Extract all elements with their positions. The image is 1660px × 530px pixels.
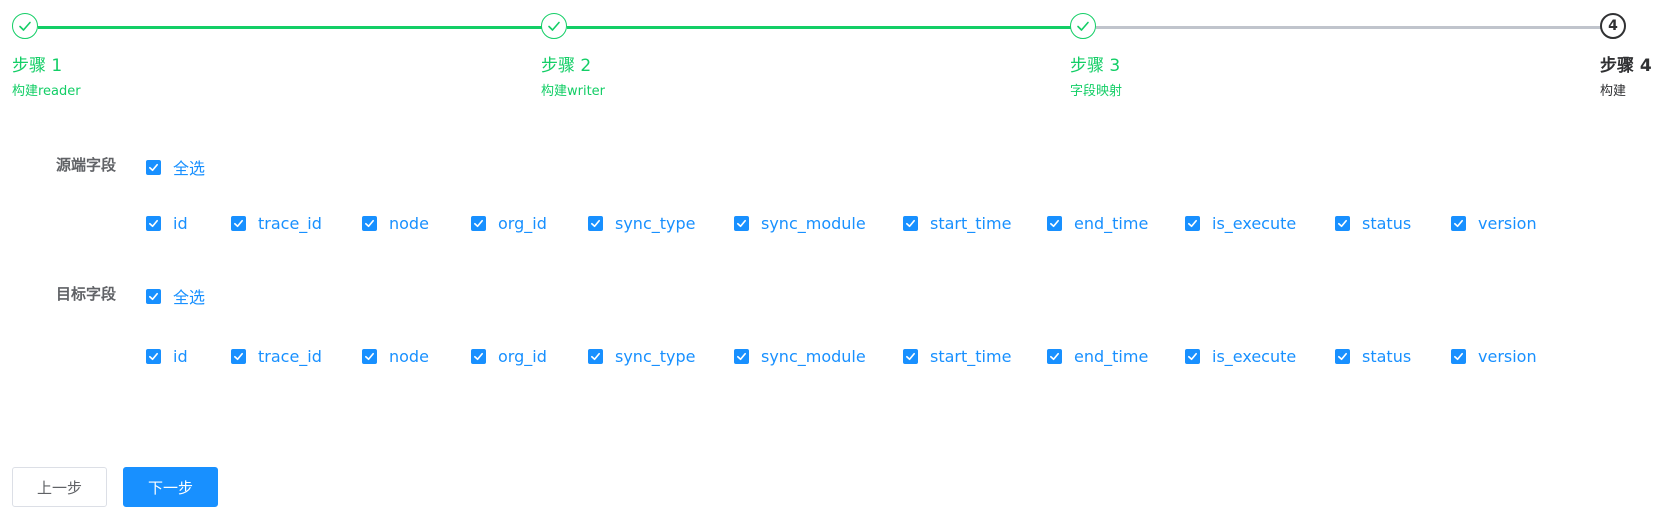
checkbox-checked-icon — [588, 349, 603, 364]
step-2-check-icon — [541, 13, 567, 39]
field-label: sync_type — [615, 347, 696, 366]
step-3-check-icon — [1070, 13, 1096, 39]
source-select-all-checkbox[interactable]: 全选 — [146, 155, 205, 179]
target-field-trace-id[interactable]: trace_id — [231, 347, 322, 366]
field-label: version — [1478, 347, 1537, 366]
checkbox-checked-icon — [231, 349, 246, 364]
checkbox-checked-icon — [1185, 216, 1200, 231]
step-connector-3 — [1096, 26, 1603, 29]
step-1-desc: 构建reader — [12, 84, 81, 99]
step-4-desc: 构建 — [1600, 84, 1627, 99]
field-label: trace_id — [258, 214, 322, 233]
field-label: is_execute — [1212, 214, 1297, 233]
source-field-sync-type[interactable]: sync_type — [588, 214, 695, 233]
checkbox-checked-icon — [734, 349, 749, 364]
target-field-is-execute[interactable]: is_execute — [1185, 347, 1296, 366]
target-field-id[interactable]: id — [146, 347, 188, 366]
step-1-check-icon — [12, 13, 38, 39]
step-1-title: 步骤 1 — [12, 56, 63, 76]
checkbox-checked-icon — [471, 216, 486, 231]
checkbox-checked-icon — [231, 216, 246, 231]
source-field-org-id[interactable]: org_id — [471, 214, 547, 233]
checkbox-checked-icon — [588, 216, 603, 231]
field-label: end_time — [1074, 214, 1149, 233]
checkbox-checked-icon — [903, 349, 918, 364]
source-field-version[interactable]: version — [1451, 214, 1537, 233]
checkbox-checked-icon — [362, 349, 377, 364]
checkbox-checked-icon — [362, 216, 377, 231]
checkbox-checked-icon — [1185, 349, 1200, 364]
checkbox-checked-icon — [1047, 216, 1062, 231]
field-label: sync_type — [615, 214, 696, 233]
checkbox-checked-icon — [903, 216, 918, 231]
checkbox-checked-icon — [146, 349, 161, 364]
step-4-number: 4 — [1608, 18, 1618, 34]
field-label: version — [1478, 214, 1537, 233]
source-field-trace-id[interactable]: trace_id — [231, 214, 322, 233]
next-step-button[interactable]: 下一步 — [123, 467, 218, 507]
target-field-node[interactable]: node — [362, 347, 429, 366]
step-2-desc: 构建writer — [541, 84, 606, 99]
step-4-number-circle: 4 — [1600, 13, 1626, 39]
checkbox-checked-icon — [146, 216, 161, 231]
field-label: start_time — [930, 214, 1012, 233]
field-label: sync_module — [761, 214, 866, 233]
target-field-end-time[interactable]: end_time — [1047, 347, 1148, 366]
checkbox-checked-icon — [1335, 216, 1350, 231]
field-label: node — [389, 347, 429, 366]
step-4-title: 步骤 4 — [1600, 56, 1652, 76]
target-field-org-id[interactable]: org_id — [471, 347, 547, 366]
target-select-all-label: 全选 — [173, 288, 206, 307]
source-field-node[interactable]: node — [362, 214, 429, 233]
step-3-title: 步骤 3 — [1070, 56, 1121, 76]
checkbox-checked-icon — [1451, 216, 1466, 231]
target-field-start-time[interactable]: start_time — [903, 347, 1011, 366]
source-field-start-time[interactable]: start_time — [903, 214, 1011, 233]
target-field-sync-type[interactable]: sync_type — [588, 347, 695, 366]
target-fields-label: 目标字段 — [56, 285, 117, 303]
checkbox-checked-icon — [1451, 349, 1466, 364]
source-field-status[interactable]: status — [1335, 214, 1411, 233]
field-label: start_time — [930, 347, 1012, 366]
field-label: status — [1362, 347, 1412, 366]
field-label: org_id — [498, 214, 547, 233]
target-field-sync-module[interactable]: sync_module — [734, 347, 866, 366]
field-label: is_execute — [1212, 347, 1297, 366]
checkbox-checked-icon — [1047, 349, 1062, 364]
field-label: status — [1362, 214, 1412, 233]
target-field-status[interactable]: status — [1335, 347, 1411, 366]
source-field-id[interactable]: id — [146, 214, 188, 233]
field-label: id — [173, 214, 188, 233]
step-connector-1 — [38, 26, 542, 29]
checkbox-checked-icon — [146, 159, 161, 175]
field-label: trace_id — [258, 347, 322, 366]
field-label: org_id — [498, 347, 547, 366]
step-3-desc: 字段映射 — [1070, 84, 1123, 99]
checkbox-checked-icon — [734, 216, 749, 231]
checkbox-checked-icon — [1335, 349, 1350, 364]
target-field-version[interactable]: version — [1451, 347, 1537, 366]
source-field-is-execute[interactable]: is_execute — [1185, 214, 1296, 233]
source-select-all-label: 全选 — [173, 159, 206, 178]
source-field-end-time[interactable]: end_time — [1047, 214, 1148, 233]
step-2-title: 步骤 2 — [541, 56, 592, 76]
field-label: sync_module — [761, 347, 866, 366]
checkbox-checked-icon — [146, 288, 161, 304]
target-select-all-checkbox[interactable]: 全选 — [146, 284, 205, 308]
source-fields-label: 源端字段 — [56, 156, 117, 174]
prev-step-button[interactable]: 上一步 — [12, 467, 107, 507]
steps-bar: 步骤 1 构建reader 步骤 2 构建writer 步骤 3 字段映射 4 … — [0, 0, 1660, 110]
field-label: node — [389, 214, 429, 233]
source-field-sync-module[interactable]: sync_module — [734, 214, 866, 233]
field-label: id — [173, 347, 188, 366]
checkbox-checked-icon — [471, 349, 486, 364]
field-label: end_time — [1074, 347, 1149, 366]
step-connector-2 — [567, 26, 1081, 29]
